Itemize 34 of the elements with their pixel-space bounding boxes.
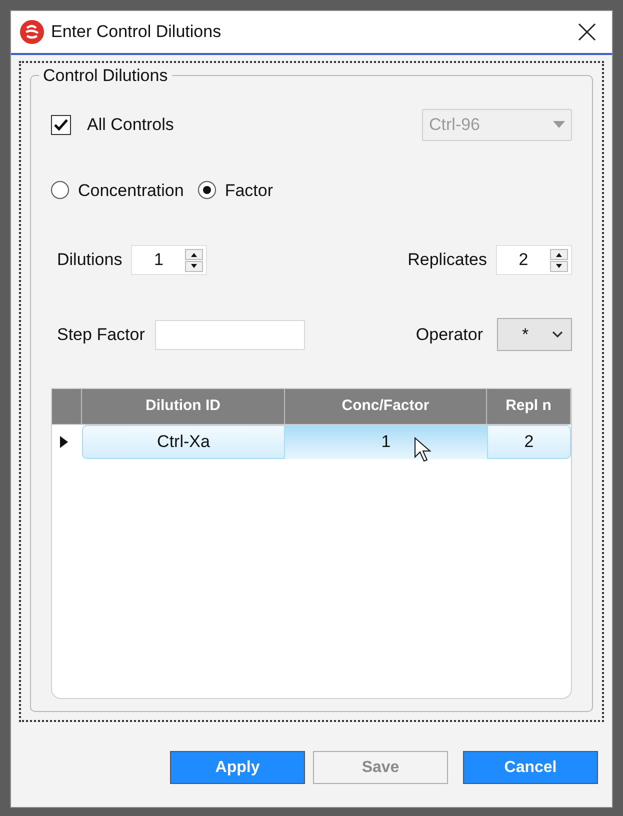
check-icon xyxy=(53,118,69,132)
radio-button[interactable] xyxy=(51,181,69,200)
group-title: Control Dilutions xyxy=(42,65,169,87)
spin-down-icon[interactable] xyxy=(550,260,568,272)
step-factor-field[interactable] xyxy=(154,320,305,350)
chevron-down-icon xyxy=(552,331,563,338)
dialog-button[interactable]: Apply xyxy=(170,751,305,784)
app-logo-icon xyxy=(19,19,45,45)
field-label: Dilutions xyxy=(57,249,122,272)
number-spinner[interactable]: 1 xyxy=(131,245,208,275)
radio-button[interactable] xyxy=(198,181,216,200)
radio-label: Concentration xyxy=(78,180,184,202)
spin-down-icon[interactable] xyxy=(185,260,204,272)
field-label: Operator xyxy=(416,324,483,346)
table-cell[interactable]: Ctrl-Xa xyxy=(82,425,285,459)
window-title: Enter Control Dilutions xyxy=(51,21,222,44)
column-header[interactable]: Repl n xyxy=(487,389,571,424)
spin-up-icon[interactable] xyxy=(185,248,204,260)
column-header[interactable]: Dilution ID xyxy=(82,389,285,424)
table-cell[interactable]: 2 xyxy=(487,425,571,459)
radio-label: Factor xyxy=(224,180,274,202)
spin-up-icon[interactable] xyxy=(550,248,568,260)
number-spinner[interactable]: 2 xyxy=(496,245,572,275)
checkbox[interactable] xyxy=(51,114,71,134)
table-cell[interactable]: 1 xyxy=(285,425,487,459)
dialog-button[interactable]: Cancel xyxy=(463,751,598,784)
checkbox-label: All Controls xyxy=(87,114,174,136)
dropdown-arrow-icon xyxy=(553,121,565,128)
close-icon[interactable] xyxy=(578,23,596,41)
operator-dropdown[interactable]: * xyxy=(497,318,572,351)
column-header[interactable]: Conc/Factor xyxy=(285,389,487,424)
field-label: Replicates xyxy=(408,249,487,272)
mouse-pointer-icon xyxy=(414,437,432,463)
field-label: Step Factor xyxy=(57,324,145,346)
